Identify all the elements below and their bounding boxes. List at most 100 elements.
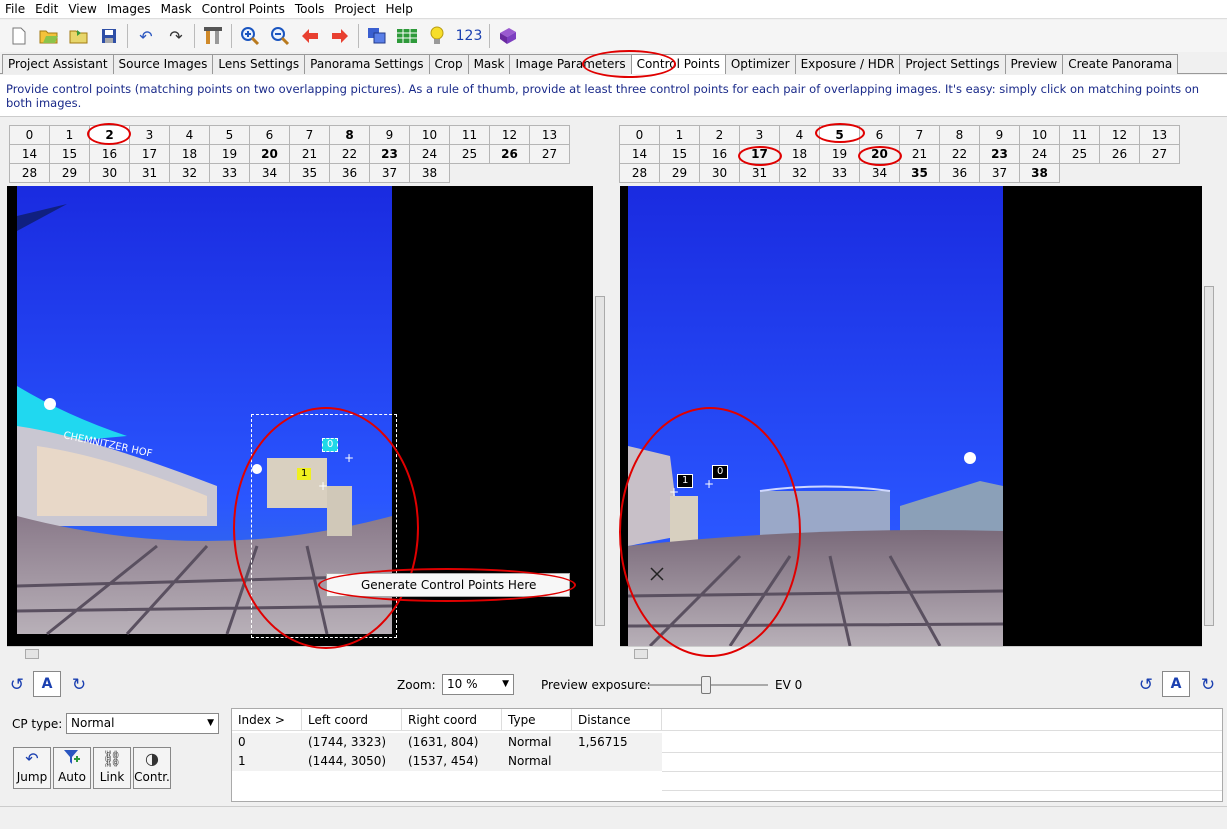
cp-type-select[interactable]: Normal ▼ [66, 713, 219, 734]
right-image-19[interactable]: 19 [819, 144, 860, 164]
left-image-1[interactable]: 1 [49, 125, 90, 145]
left-image-13[interactable]: 13 [529, 125, 570, 145]
left-image-20[interactable]: 20 [249, 144, 290, 164]
right-image-12[interactable]: 12 [1099, 125, 1140, 145]
left-image-3[interactable]: 3 [129, 125, 170, 145]
column-header-left-coord[interactable]: Left coord [302, 709, 402, 731]
left-image-6[interactable]: 6 [249, 125, 290, 145]
right-image-23[interactable]: 23 [979, 144, 1020, 164]
right-image-30[interactable]: 30 [699, 163, 740, 183]
right-image-28[interactable]: 28 [619, 163, 660, 183]
left-image-38[interactable]: 38 [409, 163, 450, 183]
column-header-type[interactable]: Type [502, 709, 572, 731]
open-folder-icon[interactable] [36, 23, 62, 49]
right-image-4[interactable]: 4 [779, 125, 820, 145]
left-image-34[interactable]: 34 [249, 163, 290, 183]
right-auto-button[interactable]: A [1162, 671, 1190, 697]
left-image-9[interactable]: 9 [369, 125, 410, 145]
save-icon[interactable] [96, 23, 122, 49]
left-image-10[interactable]: 10 [409, 125, 450, 145]
zoom-select[interactable]: 10 % ▼ [442, 674, 514, 695]
left-image-37[interactable]: 37 [369, 163, 410, 183]
right-image-38[interactable]: 38 [1019, 163, 1060, 183]
right-image-32[interactable]: 32 [779, 163, 820, 183]
tab-optimizer[interactable]: Optimizer [724, 54, 796, 74]
menu-file[interactable]: File [0, 0, 30, 18]
left-image-32[interactable]: 32 [169, 163, 210, 183]
menu-control-points[interactable]: Control Points [197, 0, 290, 18]
left-auto-button[interactable]: A [33, 671, 61, 697]
fast-preview-icon[interactable] [364, 23, 390, 49]
menu-tools[interactable]: Tools [290, 0, 330, 18]
left-image-27[interactable]: 27 [529, 144, 570, 164]
left-image-11[interactable]: 11 [449, 125, 490, 145]
left-image-12[interactable]: 12 [489, 125, 530, 145]
left-horizontal-scrollbar[interactable] [7, 646, 593, 660]
left-image-31[interactable]: 31 [129, 163, 170, 183]
left-image-24[interactable]: 24 [409, 144, 450, 164]
tab-crop[interactable]: Crop [428, 54, 469, 74]
right-image-1[interactable]: 1 [659, 125, 700, 145]
menu-project[interactable]: Project [329, 0, 380, 18]
left-image-26[interactable]: 26 [489, 144, 530, 164]
new-file-icon[interactable] [6, 23, 32, 49]
right-image-11[interactable]: 11 [1059, 125, 1100, 145]
right-image-26[interactable]: 26 [1099, 144, 1140, 164]
right-image-21[interactable]: 21 [899, 144, 940, 164]
left-image-14[interactable]: 14 [9, 144, 50, 164]
right-image-33[interactable]: 33 [819, 163, 860, 183]
left-vertical-scrollbar[interactable] [593, 186, 607, 646]
menu-mask[interactable]: Mask [156, 0, 197, 18]
right-image-16[interactable]: 16 [699, 144, 740, 164]
left-image-15[interactable]: 15 [49, 144, 90, 164]
left-image-28[interactable]: 28 [9, 163, 50, 183]
right-image-9[interactable]: 9 [979, 125, 1020, 145]
left-image-36[interactable]: 36 [329, 163, 370, 183]
undo-icon[interactable]: ↶ [133, 23, 159, 49]
right-image-35[interactable]: 35 [899, 163, 940, 183]
menu-view[interactable]: View [63, 0, 101, 18]
left-image-22[interactable]: 22 [329, 144, 370, 164]
rotate-right-icon[interactable]: ↻ [67, 673, 91, 697]
right-image-27[interactable]: 27 [1139, 144, 1180, 164]
right-image-18[interactable]: 18 [779, 144, 820, 164]
right-image-3[interactable]: 3 [739, 125, 780, 145]
left-image-18[interactable]: 18 [169, 144, 210, 164]
left-image-8[interactable]: 8 [329, 125, 370, 145]
gl-preview-icon[interactable] [394, 23, 420, 49]
menu-edit[interactable]: Edit [30, 0, 63, 18]
exposure-slider-thumb[interactable] [700, 676, 711, 694]
tab-project-assistant[interactable]: Project Assistant [2, 54, 114, 74]
assistant-icon[interactable] [200, 23, 226, 49]
rotate-right-icon[interactable]: ↻ [1196, 673, 1220, 697]
tab-create-panorama[interactable]: Create Panorama [1062, 54, 1179, 74]
right-arrow-icon[interactable] [327, 23, 353, 49]
left-image-35[interactable]: 35 [289, 163, 330, 183]
rotate-left-icon[interactable]: ↺ [5, 673, 29, 697]
menu-help[interactable]: Help [380, 0, 417, 18]
right-image-0[interactable]: 0 [619, 125, 660, 145]
left-arrow-icon[interactable] [297, 23, 323, 49]
menu-images[interactable]: Images [102, 0, 156, 18]
numbers-icon[interactable]: 123 [454, 23, 484, 49]
right-image-2[interactable]: 2 [699, 125, 740, 145]
right-image-29[interactable]: 29 [659, 163, 700, 183]
link-button[interactable]: ⛓ Link [93, 747, 131, 789]
right-image-24[interactable]: 24 [1019, 144, 1060, 164]
column-header-distance[interactable]: Distance [572, 709, 662, 731]
right-image-15[interactable]: 15 [659, 144, 700, 164]
redo-icon[interactable]: ↷ [163, 23, 189, 49]
zoom-in-icon[interactable] [237, 23, 263, 49]
right-image-8[interactable]: 8 [939, 125, 980, 145]
exposure-slider[interactable] [643, 675, 768, 695]
right-vertical-scrollbar[interactable] [1202, 186, 1216, 646]
tab-project-settings[interactable]: Project Settings [899, 54, 1006, 74]
right-image-7[interactable]: 7 [899, 125, 940, 145]
right-image-13[interactable]: 13 [1139, 125, 1180, 145]
tab-panorama-settings[interactable]: Panorama Settings [304, 54, 430, 74]
left-image-4[interactable]: 4 [169, 125, 210, 145]
right-image-10[interactable]: 10 [1019, 125, 1060, 145]
column-header-index[interactable]: Index > [232, 709, 302, 731]
column-header-right-coord[interactable]: Right coord [402, 709, 502, 731]
right-image-25[interactable]: 25 [1059, 144, 1100, 164]
